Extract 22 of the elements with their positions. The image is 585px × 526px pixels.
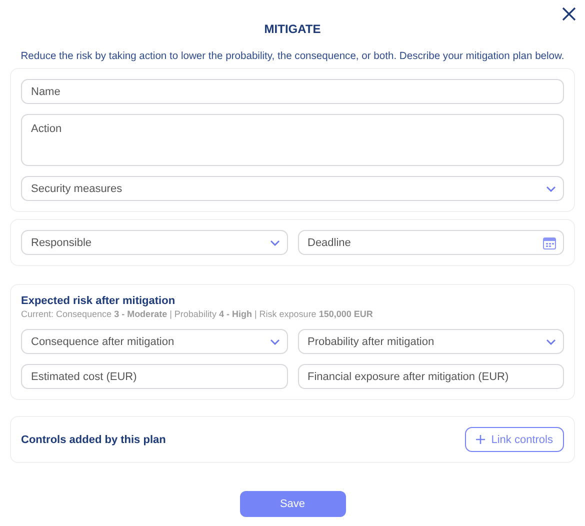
save-button[interactable]: Save (240, 491, 346, 517)
dropdown-field[interactable]: Responsible (21, 230, 288, 255)
input-field[interactable]: Financial exposure after mitigation (EUR) (298, 364, 564, 389)
input-field[interactable]: Name (21, 79, 564, 104)
section-heading: Expected risk after mitigation (21, 295, 176, 307)
dialog-title: MITIGATE (263, 22, 322, 36)
calendar-icon (543, 236, 556, 249)
chevron-down-icon (546, 338, 556, 344)
date-field[interactable]: Deadline (298, 230, 564, 255)
link-controls-button[interactable]: Link controls (465, 427, 564, 452)
dropdown-field[interactable]: Probability after mitigation (298, 329, 564, 354)
dropdown-field[interactable]: Security measures (21, 176, 564, 201)
chevron-down-icon (546, 186, 556, 192)
dropdown-field[interactable]: Consequence after mitigation (21, 329, 288, 354)
chevron-down-icon (270, 338, 280, 344)
chevron-down-icon (270, 240, 280, 246)
section-heading: Controls added by this plan (21, 434, 166, 446)
current-risk-text: Current: Consequence 3 - Moderate | Probability 4 - High | Risk exposure 150,000 EUR (21, 309, 374, 319)
plus-icon (476, 435, 486, 444)
dialog-description: Reduce the risk by taking action to lower the probability, the consequence, or both. Describe your mitigation plan below. (20, 51, 566, 62)
input-field[interactable]: Estimated cost (EUR) (21, 364, 288, 389)
text-area[interactable]: Action (21, 114, 564, 166)
